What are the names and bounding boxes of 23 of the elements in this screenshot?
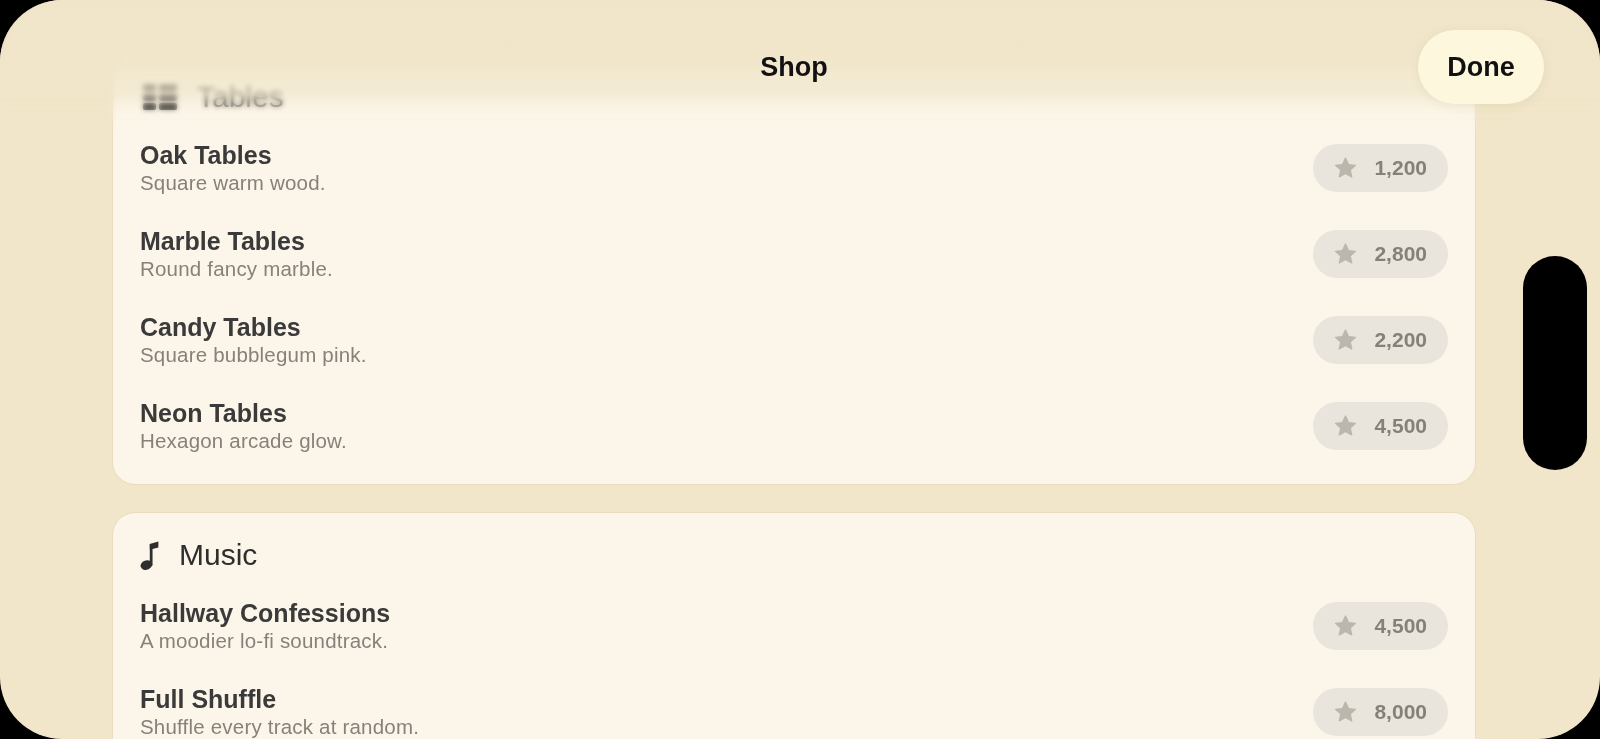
item-description: Shuffle every track at random.: [140, 713, 420, 739]
screen-title: Shop: [760, 51, 828, 84]
item-description: A moodier lo-fi soundtrack.: [140, 627, 390, 654]
section-title: Tables: [197, 81, 284, 113]
item-description: Square warm wood.: [140, 169, 326, 196]
item-name: Full Shuffle: [140, 684, 278, 714]
star-icon: [1334, 329, 1358, 351]
item-name: Hallway Confessions: [140, 598, 391, 628]
section-title: Music: [179, 539, 258, 571]
item-name: Oak Tables: [140, 140, 273, 170]
music-note-icon: [140, 540, 159, 570]
item-name: Marble Tables: [140, 226, 306, 256]
star-icon: [1334, 243, 1358, 265]
done-button[interactable]: Done: [1418, 30, 1544, 104]
star-icon: [1334, 157, 1358, 179]
star-icon: [1334, 615, 1358, 637]
item-name: Candy Tables: [140, 312, 302, 342]
item-description: Round fancy marble.: [140, 255, 333, 282]
item-description: Hexagon arcade glow.: [140, 427, 347, 454]
item-name: Neon Tables: [140, 398, 288, 428]
star-icon: [1334, 415, 1358, 437]
star-icon: [1334, 701, 1358, 723]
item-description: Square bubblegum pink.: [140, 341, 367, 368]
